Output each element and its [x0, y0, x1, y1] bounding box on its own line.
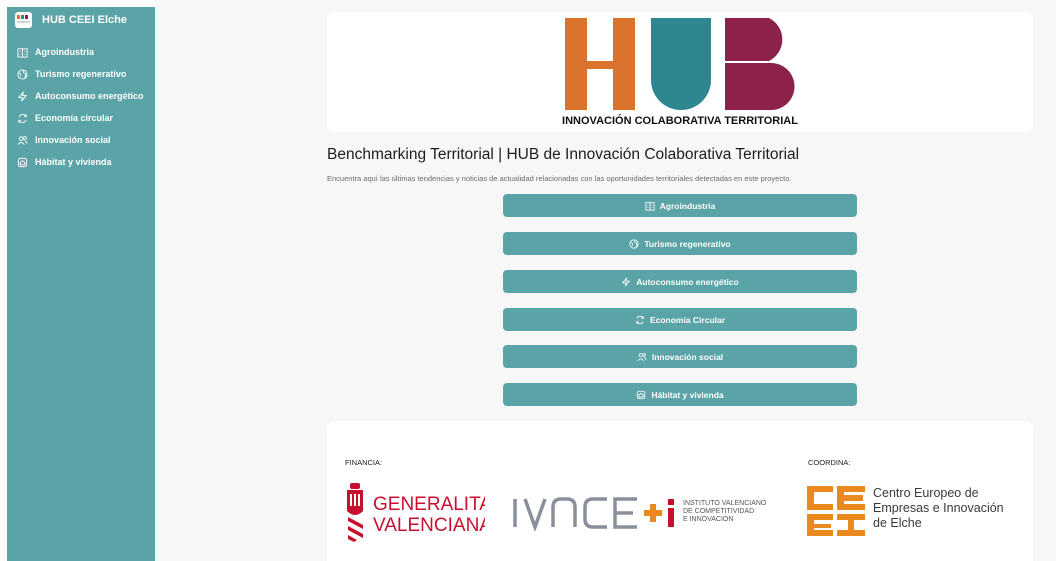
ceei-name: Centro Europeo de Empresas e Innovación …	[873, 486, 1004, 531]
habitat-button[interactable]: Hábitat y vivienda	[503, 383, 857, 406]
svg-text:INSTITUTO VALENCIANO: INSTITUTO VALENCIANO	[683, 500, 767, 507]
sidebar-item-label: Agroindustria	[35, 47, 95, 57]
building-icon	[17, 47, 28, 58]
sponsors-footer: FINANCIA: COORDINA: GENERALITAT VALENCIA…	[327, 421, 1033, 561]
lightning-icon	[17, 91, 28, 101]
innovacion-social-button[interactable]: Innovación social	[503, 345, 857, 368]
autoconsumo-button[interactable]: Autoconsumo energético	[503, 270, 857, 293]
svg-text:VALENCIANA: VALENCIANA	[373, 515, 485, 536]
button-label: Turismo regenerativo	[644, 238, 731, 249]
button-label: Innovación social	[651, 351, 724, 362]
app-title: HUB CEEI Elche	[42, 14, 127, 26]
sidebar-item-label: Hábitat y vivienda	[35, 157, 112, 167]
ceei-line-3: de Elche	[873, 516, 922, 530]
sidebar: HUB CEEI Elche Agroindustria Turismo reg…	[7, 7, 155, 561]
sidebar-item-habitat[interactable]: Hábitat y vivienda	[7, 151, 155, 173]
financia-label: FINANCIA:	[345, 458, 383, 467]
economia-circular-button[interactable]: Economía Circular	[503, 308, 857, 331]
page-title: Benchmarking Territorial | HUB de Innova…	[327, 146, 800, 163]
agroindustria-button[interactable]: Agroindustria	[503, 194, 857, 217]
app-logo-icon	[15, 12, 32, 28]
button-label: Autoconsumo energético	[636, 276, 739, 287]
svg-text:E INNOVACIÓN: E INNOVACIÓN	[683, 514, 733, 523]
page-description: Encuentra aquí las últimas tendencias y …	[327, 174, 792, 183]
refresh-icon	[636, 315, 644, 324]
sidebar-item-label: Economía circular	[35, 113, 114, 123]
svg-text:GENERALITAT: GENERALITAT	[373, 494, 485, 515]
ceei-logo	[807, 486, 865, 536]
building-icon	[645, 201, 655, 211]
hero-banner: INNOVACIÓN COLABORATIVA TERRITORIAL	[327, 12, 1033, 132]
ceei-line-2: Empresas e Innovación	[873, 501, 1004, 515]
sidebar-item-turismo[interactable]: Turismo regenerativo	[7, 63, 155, 85]
button-label: Hábitat y vivienda	[651, 389, 724, 400]
sidebar-header[interactable]: HUB CEEI Elche	[7, 7, 155, 33]
globe-icon	[17, 68, 28, 80]
home-icon	[17, 157, 28, 167]
sidebar-item-label: Turismo regenerativo	[35, 69, 127, 79]
turismo-button[interactable]: Turismo regenerativo	[503, 232, 857, 255]
refresh-icon	[18, 113, 27, 123]
users-icon	[637, 352, 647, 361]
ivace-logo: INSTITUTO VALENCIANO DE COMPETITIVIDAD E…	[513, 497, 767, 531]
home-icon	[637, 390, 646, 399]
ceei-line-1: Centro Europeo de	[873, 486, 979, 500]
sidebar-item-economia[interactable]: Economía circular	[7, 107, 155, 129]
coordina-label: COORDINA:	[808, 458, 851, 467]
users-icon	[17, 135, 28, 145]
sidebar-item-label: Innovación social	[35, 135, 111, 145]
svg-text:DE COMPETITIVIDAD: DE COMPETITIVIDAD	[683, 508, 754, 515]
hub-logo	[565, 18, 795, 110]
hub-caption: INNOVACIÓN COLABORATIVA TERRITORIAL	[562, 115, 798, 127]
lightning-icon	[622, 277, 631, 286]
main-content: INNOVACIÓN COLABORATIVA TERRITORIAL Benc…	[155, 0, 1056, 561]
generalitat-valenciana-logo: GENERALITAT VALENCIANA	[347, 483, 485, 542]
sidebar-item-innovacion[interactable]: Innovación social	[7, 129, 155, 151]
globe-icon	[629, 238, 639, 249]
sidebar-item-agroindustria[interactable]: Agroindustria	[7, 41, 155, 63]
sidebar-item-label: Autoconsumo energético	[35, 91, 144, 101]
button-label: Agroindustria	[659, 200, 716, 211]
sidebar-nav: Agroindustria Turismo regenerativo Autoc…	[7, 41, 155, 173]
sidebar-item-autoconsumo[interactable]: Autoconsumo energético	[7, 85, 155, 107]
button-label: Economía Circular	[649, 314, 726, 325]
